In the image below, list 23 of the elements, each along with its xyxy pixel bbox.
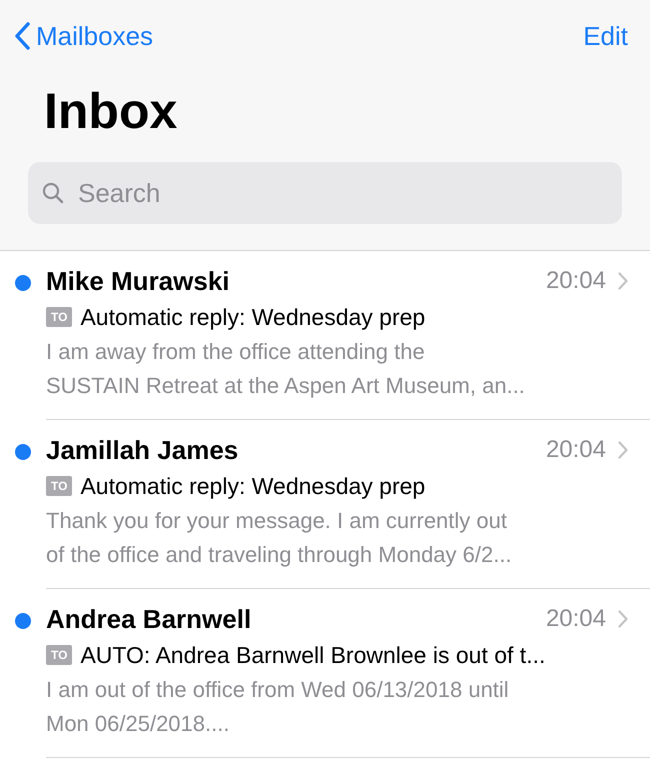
sender-name: Jamillah James bbox=[46, 434, 240, 466]
message-preview: Thank you for your message. I am currently out of the office and traveling through Monday 6/2... bbox=[46, 507, 513, 569]
chevron-left-icon bbox=[14, 22, 30, 50]
chevron-right-icon bbox=[618, 441, 628, 459]
recipient-badge: TO bbox=[46, 476, 72, 496]
chevron-right-icon bbox=[618, 610, 628, 628]
message-time: 20:04 bbox=[546, 267, 606, 295]
message-time: 20:04 bbox=[546, 436, 606, 464]
sender-name: Andrea Barnwell bbox=[46, 604, 252, 634]
message-subject: Automatic reply: Wednesday prep bbox=[80, 472, 426, 500]
recipient-badge: TO bbox=[46, 645, 72, 665]
message-subject: AUTO: Andrea Barnwell Brownlee is out of t... bbox=[80, 642, 546, 668]
sender-name: Mike Murawski bbox=[46, 266, 231, 296]
message-preview: I am away from the office attending the SUSTAIN Retreat at the Aspen Art Museum, an... bbox=[46, 338, 526, 400]
message-subject: Automatic reply: Wednesday prep bbox=[80, 304, 426, 330]
page-title: Inbox bbox=[44, 82, 178, 141]
back-link[interactable]: Mailboxes bbox=[14, 20, 154, 52]
chevron-right-icon bbox=[618, 272, 628, 290]
edit-link[interactable]: Edit bbox=[583, 20, 628, 52]
search-field[interactable]: Search bbox=[28, 162, 622, 224]
recipient-badge: TO bbox=[46, 307, 72, 327]
message-preview: I am out of the office from Wed 06/13/2018 until Mon 06/25/2018.... bbox=[46, 676, 510, 738]
message-time: 20:04 bbox=[546, 605, 606, 633]
